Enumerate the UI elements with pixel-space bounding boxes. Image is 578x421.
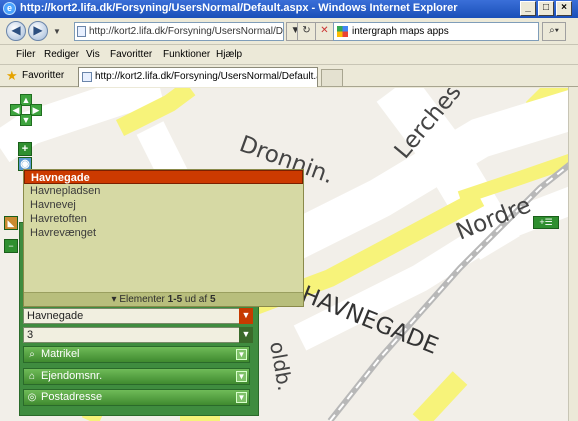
street-value: Havnegade bbox=[27, 310, 84, 322]
suggestion-dropdown: Havnegade Havnepladsen Havnevej Havretof… bbox=[23, 169, 304, 307]
zoom-in-button[interactable]: + bbox=[18, 142, 32, 156]
tab-title: http://kort2.lifa.dk/Forsyning/UsersNorm… bbox=[95, 71, 318, 82]
pan-control: ▲ ◀ ▶ ▼ bbox=[10, 94, 42, 126]
search-button[interactable]: ⌕▾ bbox=[542, 22, 566, 41]
globe-small-icon: ◎ bbox=[27, 392, 37, 403]
section-postadresse[interactable]: ◎ Postadresse ▼ bbox=[23, 389, 250, 406]
number-value: 3 bbox=[27, 329, 34, 341]
pan-down-icon[interactable]: ▼ bbox=[20, 114, 32, 126]
map-view[interactable]: Dronnin. Lerches Nordre HAVNEGADE oldb. … bbox=[0, 88, 578, 421]
house-icon: ⌂ bbox=[28, 371, 36, 382]
title-bar: e http://kort2.lifa.dk/Forsyning/UsersNo… bbox=[0, 0, 578, 18]
section-ejendomsnr-label: Ejendomsnr. bbox=[41, 370, 103, 382]
menu-funktioner[interactable]: Funktioner bbox=[163, 49, 210, 60]
search-text: intergraph maps apps bbox=[352, 26, 449, 37]
matrikel-icon: ⌕ bbox=[29, 349, 35, 360]
refresh-button[interactable]: ↻ bbox=[297, 22, 316, 41]
search-input[interactable]: intergraph maps apps bbox=[333, 22, 539, 41]
menu-filer[interactable]: Filer bbox=[16, 49, 35, 60]
number-combobox[interactable]: 3 ▼ bbox=[23, 327, 253, 343]
address-text: http://kort2.lifa.dk/Forsyning/UsersNorm… bbox=[89, 26, 284, 37]
address-input[interactable]: http://kort2.lifa.dk/Forsyning/UsersNorm… bbox=[74, 22, 284, 41]
favorites-bar: ★ Favoritter http://kort2.lifa.dk/Forsyn… bbox=[0, 65, 578, 87]
footer-chevron-icon[interactable]: ▾ bbox=[112, 294, 117, 305]
menu-favoritter[interactable]: Favoritter bbox=[110, 49, 152, 60]
google-icon bbox=[337, 26, 348, 37]
footer-total: 5 bbox=[209, 294, 216, 305]
tab-page-icon bbox=[82, 72, 92, 82]
street-label-oldb: oldb. bbox=[265, 340, 297, 393]
menu-bar: Filer Rediger Vis Favoritter Funktioner … bbox=[0, 45, 578, 65]
suggestion-item[interactable]: Havnevej bbox=[24, 198, 303, 212]
history-dropdown-icon[interactable]: ▼ bbox=[53, 27, 61, 36]
add-layer-button[interactable]: +☰ bbox=[533, 216, 559, 229]
footer-prefix: Elementer bbox=[119, 294, 168, 305]
measure-icon[interactable]: ◣ bbox=[4, 216, 18, 230]
ie-logo-icon: e bbox=[3, 2, 16, 15]
back-button[interactable]: ◀ bbox=[6, 21, 26, 41]
collapse-button[interactable]: − bbox=[4, 239, 18, 253]
street-combobox[interactable]: Havnegade ▼ bbox=[23, 308, 253, 324]
stop-button[interactable]: ✕ bbox=[315, 22, 334, 41]
suggestion-item[interactable]: Havnegade bbox=[24, 170, 303, 184]
section-postadresse-label: Postadresse bbox=[41, 391, 103, 403]
window-title: http://kort2.lifa.dk/Forsyning/UsersNorm… bbox=[20, 2, 458, 14]
new-tab-button[interactable] bbox=[321, 69, 343, 86]
street-dropdown-icon[interactable]: ▼ bbox=[239, 308, 253, 324]
menu-hjaelp[interactable]: Hjælp bbox=[216, 49, 242, 60]
menu-rediger[interactable]: Rediger bbox=[44, 49, 79, 60]
suggestion-item[interactable]: Havretoften bbox=[24, 212, 303, 226]
suggestion-item[interactable]: Havrevænget bbox=[24, 226, 303, 240]
footer-middle: ud af bbox=[182, 294, 210, 305]
suggestion-footer: ▾ Elementer 1-5 ud af 5 bbox=[24, 292, 303, 306]
browser-tab[interactable]: http://kort2.lifa.dk/Forsyning/UsersNorm… bbox=[78, 67, 318, 87]
close-button[interactable]: × bbox=[556, 1, 572, 16]
favorites-button[interactable]: Favoritter bbox=[22, 70, 64, 81]
page-icon bbox=[77, 26, 86, 37]
vertical-scrollbar[interactable] bbox=[568, 87, 578, 421]
navigation-bar: ◀ ▶ ▼ http://kort2.lifa.dk/Forsyning/Use… bbox=[0, 18, 578, 45]
menu-vis[interactable]: Vis bbox=[86, 49, 100, 60]
chevron-down-icon[interactable]: ▼ bbox=[236, 392, 247, 403]
star-icon[interactable]: ★ bbox=[6, 68, 18, 84]
forward-button[interactable]: ▶ bbox=[28, 21, 48, 41]
maximize-button[interactable]: □ bbox=[538, 1, 554, 16]
section-ejendomsnr[interactable]: ⌂ Ejendomsnr. ▼ bbox=[23, 368, 250, 385]
suggestion-item[interactable]: Havnepladsen bbox=[24, 184, 303, 198]
section-matrikel[interactable]: ⌕ Matrikel ▼ bbox=[23, 346, 250, 363]
minimize-button[interactable]: _ bbox=[520, 1, 536, 16]
chevron-down-icon[interactable]: ▼ bbox=[236, 349, 247, 360]
chevron-down-icon[interactable]: ▼ bbox=[236, 371, 247, 382]
section-matrikel-label: Matrikel bbox=[41, 348, 80, 360]
number-dropdown-icon[interactable]: ▼ bbox=[239, 327, 253, 343]
footer-range: 1-5 bbox=[167, 294, 183, 305]
